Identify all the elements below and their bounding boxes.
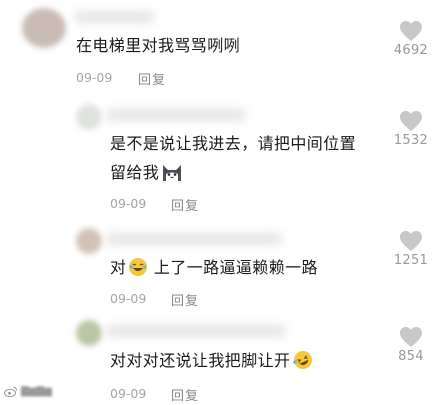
comment-text: 对对对还说让我把脚让开 [110,348,314,374]
comment-date: 09-09 [76,70,113,85]
avatar[interactable] [76,228,102,254]
rolling-laughing-icon [293,351,313,369]
watermark-text: ▇▆▇▆ [21,386,52,397]
like-button[interactable]: 4692 [386,20,436,58]
heart-icon [400,231,422,251]
laughing-face-icon [129,258,148,276]
comment-text-line: 留给我 [110,163,160,182]
reply-button[interactable]: 回复 [171,290,199,309]
reply-button[interactable]: 回复 [171,195,199,214]
avatar[interactable] [76,104,102,130]
comment-text: 在电梯里对我骂骂咧咧 [76,36,241,55]
like-button[interactable]: 1251 [386,230,436,268]
comment-text: 对 上了一路逼逼赖赖一路 [110,255,318,281]
like-count: 4692 [393,43,429,58]
reply-button[interactable]: 回复 [138,69,166,88]
avatar[interactable] [76,320,102,346]
comment-date: 09-09 [110,291,147,306]
heart-icon [400,327,422,347]
comment-text: 是不是说让我进去，请把中间位置 [110,134,357,153]
comment-text: 留给我 [110,160,183,186]
comment-date: 09-09 [110,196,147,211]
like-count: 1532 [393,133,429,148]
comment-text-prefix: 对 [110,258,127,277]
username-blurred[interactable] [106,324,286,338]
comment-date: 09-09 [110,386,147,401]
username-blurred[interactable] [106,108,246,122]
avatar[interactable] [22,8,66,48]
username-blurred[interactable] [74,10,154,24]
heart-icon [400,21,422,41]
reply-button[interactable]: 回复 [171,385,199,404]
like-button[interactable]: 1532 [386,110,436,148]
cat-face-icon [163,165,182,181]
comment-text-suffix: 上了一路逼逼赖赖一路 [148,258,318,277]
like-count: 854 [398,349,424,364]
comment-text-main: 对对对还说让我把脚让开 [110,351,291,370]
weibo-logo-icon [4,387,17,397]
like-count: 1251 [393,253,429,268]
like-button[interactable]: 854 [386,326,436,364]
watermark: ▇▆▇▆ [4,386,52,397]
username-blurred[interactable] [106,232,282,246]
heart-icon [400,111,422,131]
